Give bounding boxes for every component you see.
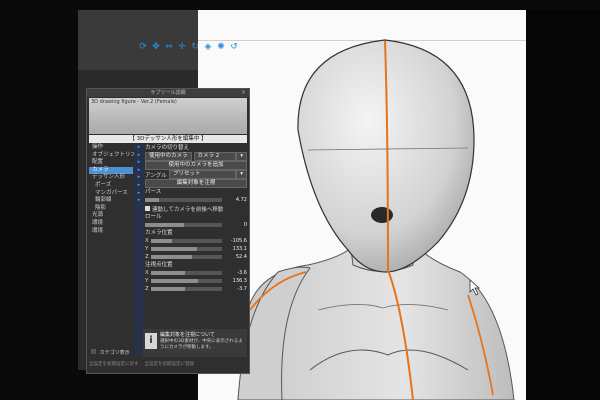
arrow-icon[interactable]: ▸ <box>135 152 143 160</box>
category-display-checkbox[interactable] <box>91 349 96 354</box>
roll-value[interactable]: 0 <box>225 222 247 228</box>
move-object-icon[interactable]: ✛ <box>177 42 187 52</box>
tgt-y-slider[interactable] <box>151 279 222 283</box>
info-icon: i <box>145 333 157 349</box>
cam-z-slider[interactable] <box>151 255 222 259</box>
link-camera-checkbox[interactable] <box>145 206 150 211</box>
tgt-z-value[interactable]: -3.7 <box>225 286 247 292</box>
close-icon[interactable]: × <box>241 89 246 97</box>
rotate-object-icon[interactable]: ↻ <box>190 42 200 52</box>
app-side-area-top <box>78 10 198 70</box>
3d-tool-icons: ⟳ ✥ ⇔ ✛ ↻ ◈ ✺ ↺ <box>138 42 239 52</box>
target-position-label: 注視点位置 <box>145 262 173 268</box>
screen-edge <box>526 10 600 400</box>
tgt-y-value[interactable]: 136.3 <box>225 278 247 284</box>
category-list: 操作 オブジェクトリスト 配置 カメラ デッサン人形 ポーズ マンガパース 輪郭… <box>89 144 142 236</box>
arrow-icon[interactable]: ▸ <box>135 197 143 205</box>
arrow-icon[interactable]: ▸ <box>135 174 143 182</box>
tgt-z-slider[interactable] <box>151 287 222 291</box>
info-text: 選択中の3D素材が、中央に表示されるようにカメラが移動します。 <box>160 339 243 350</box>
category-item[interactable]: 輪郭線 <box>89 197 133 205</box>
add-camera-button[interactable]: 使用中のカメラを追加 <box>145 161 247 170</box>
angle-label: アングル <box>145 172 167 179</box>
cam-y-value[interactable]: 133.1 <box>225 246 247 252</box>
category-item[interactable]: 環境 <box>89 228 133 236</box>
edit-target-button[interactable]: 編集対象を注視 <box>145 179 247 188</box>
roll-slider[interactable] <box>145 223 222 227</box>
light-icon[interactable]: ✺ <box>216 42 226 52</box>
cam-y-slider[interactable] <box>151 247 222 251</box>
zoom-camera-icon[interactable]: ⇔ <box>164 42 174 52</box>
cam-x-slider[interactable] <box>151 239 222 243</box>
camera-switch-header: カメラの切り替え <box>145 145 190 151</box>
camera-properties: カメラの切り替え 使用中のカメラ カメラ 2 ▾ 使用中のカメラを追加 アングル… <box>145 144 247 293</box>
category-display-label: カテゴリ表示 <box>99 350 130 356</box>
arrow-icon[interactable]: ▸ <box>135 190 143 198</box>
category-item[interactable]: デッサン人形 <box>89 174 133 182</box>
use-camera-label: 使用中のカメラ <box>145 152 192 161</box>
cam-x-value[interactable]: -105.6 <box>225 238 247 244</box>
tgt-x-slider[interactable] <box>151 271 222 275</box>
cam-z-value[interactable]: 52.4 <box>225 254 247 260</box>
register-initial-settings-button[interactable]: 全設定を初期設定に登録 <box>145 360 195 370</box>
category-display-toggle[interactable]: カテゴリ表示 <box>91 349 130 356</box>
pan-camera-icon[interactable]: ✥ <box>151 42 161 52</box>
chevron-down-icon[interactable]: ▾ <box>236 152 247 161</box>
screen: ⟳ ✥ ⇔ ✛ ↻ ◈ ✺ ↺ サブツール詳細 × 3D drawing fig… <box>0 0 600 400</box>
category-item[interactable]: 光源 <box>89 212 133 220</box>
arrow-icon[interactable]: ▸ <box>135 144 143 152</box>
rotate-camera-icon[interactable]: ⟳ <box>138 42 148 52</box>
category-item[interactable]: 環境 <box>89 220 133 228</box>
panel-bottom-bar: 全設定を初期設定に戻す 全設定を初期設定に登録 <box>89 360 247 370</box>
chevron-down-icon[interactable]: ▾ <box>236 170 247 179</box>
perspective-slider[interactable] <box>145 198 222 202</box>
sub-tool-detail-panel: サブツール詳細 × 3D drawing figure - Ver.2 (Fem… <box>86 88 250 374</box>
perspective-label: パース <box>145 189 162 195</box>
link-camera-label: 連動してカメラを前後へ移動 <box>152 206 224 213</box>
arrow-icon[interactable]: ▸ <box>135 159 143 167</box>
preview-label: 3D drawing figure - Ver.2 (Female) <box>91 99 177 105</box>
category-item[interactable]: 配置 <box>89 159 133 167</box>
info-box: i 編集対象を注視について 選択中の3D素材が、中央に表示されるようにカメラが移… <box>143 329 247 357</box>
reset-icon[interactable]: ↺ <box>229 42 239 52</box>
camera-position-label: カメラ位置 <box>145 230 173 236</box>
tgt-x-value[interactable]: -3.6 <box>225 270 247 276</box>
roll-label: ロール <box>145 214 162 220</box>
category-arrows: ▸ ▸ ▸ ▸ ▸ ▸ ▸ ▸ <box>135 144 143 205</box>
figure-nose <box>371 207 393 223</box>
arrow-icon[interactable]: ▸ <box>135 182 143 190</box>
figure-preview: 3D drawing figure - Ver.2 (Female) <box>89 98 247 134</box>
category-item[interactable]: ポーズ <box>89 182 133 190</box>
category-item[interactable]: 操作 <box>89 144 133 152</box>
panel-title: サブツール詳細 <box>87 89 249 97</box>
perspective-value[interactable]: 4.72 <box>225 197 247 203</box>
info-title: 編集対象を注視について <box>160 332 215 338</box>
camera-select[interactable]: カメラ 2 <box>193 152 237 161</box>
reset-all-settings-button[interactable]: 全設定を初期設定に戻す <box>89 360 139 370</box>
editing-banner: 【 3Dデッサン人形を編集中 】 <box>89 135 247 143</box>
angle-select[interactable]: プリセット <box>169 170 237 179</box>
scale-object-icon[interactable]: ◈ <box>203 42 213 52</box>
arrow-icon[interactable]: ▸ <box>135 167 143 175</box>
